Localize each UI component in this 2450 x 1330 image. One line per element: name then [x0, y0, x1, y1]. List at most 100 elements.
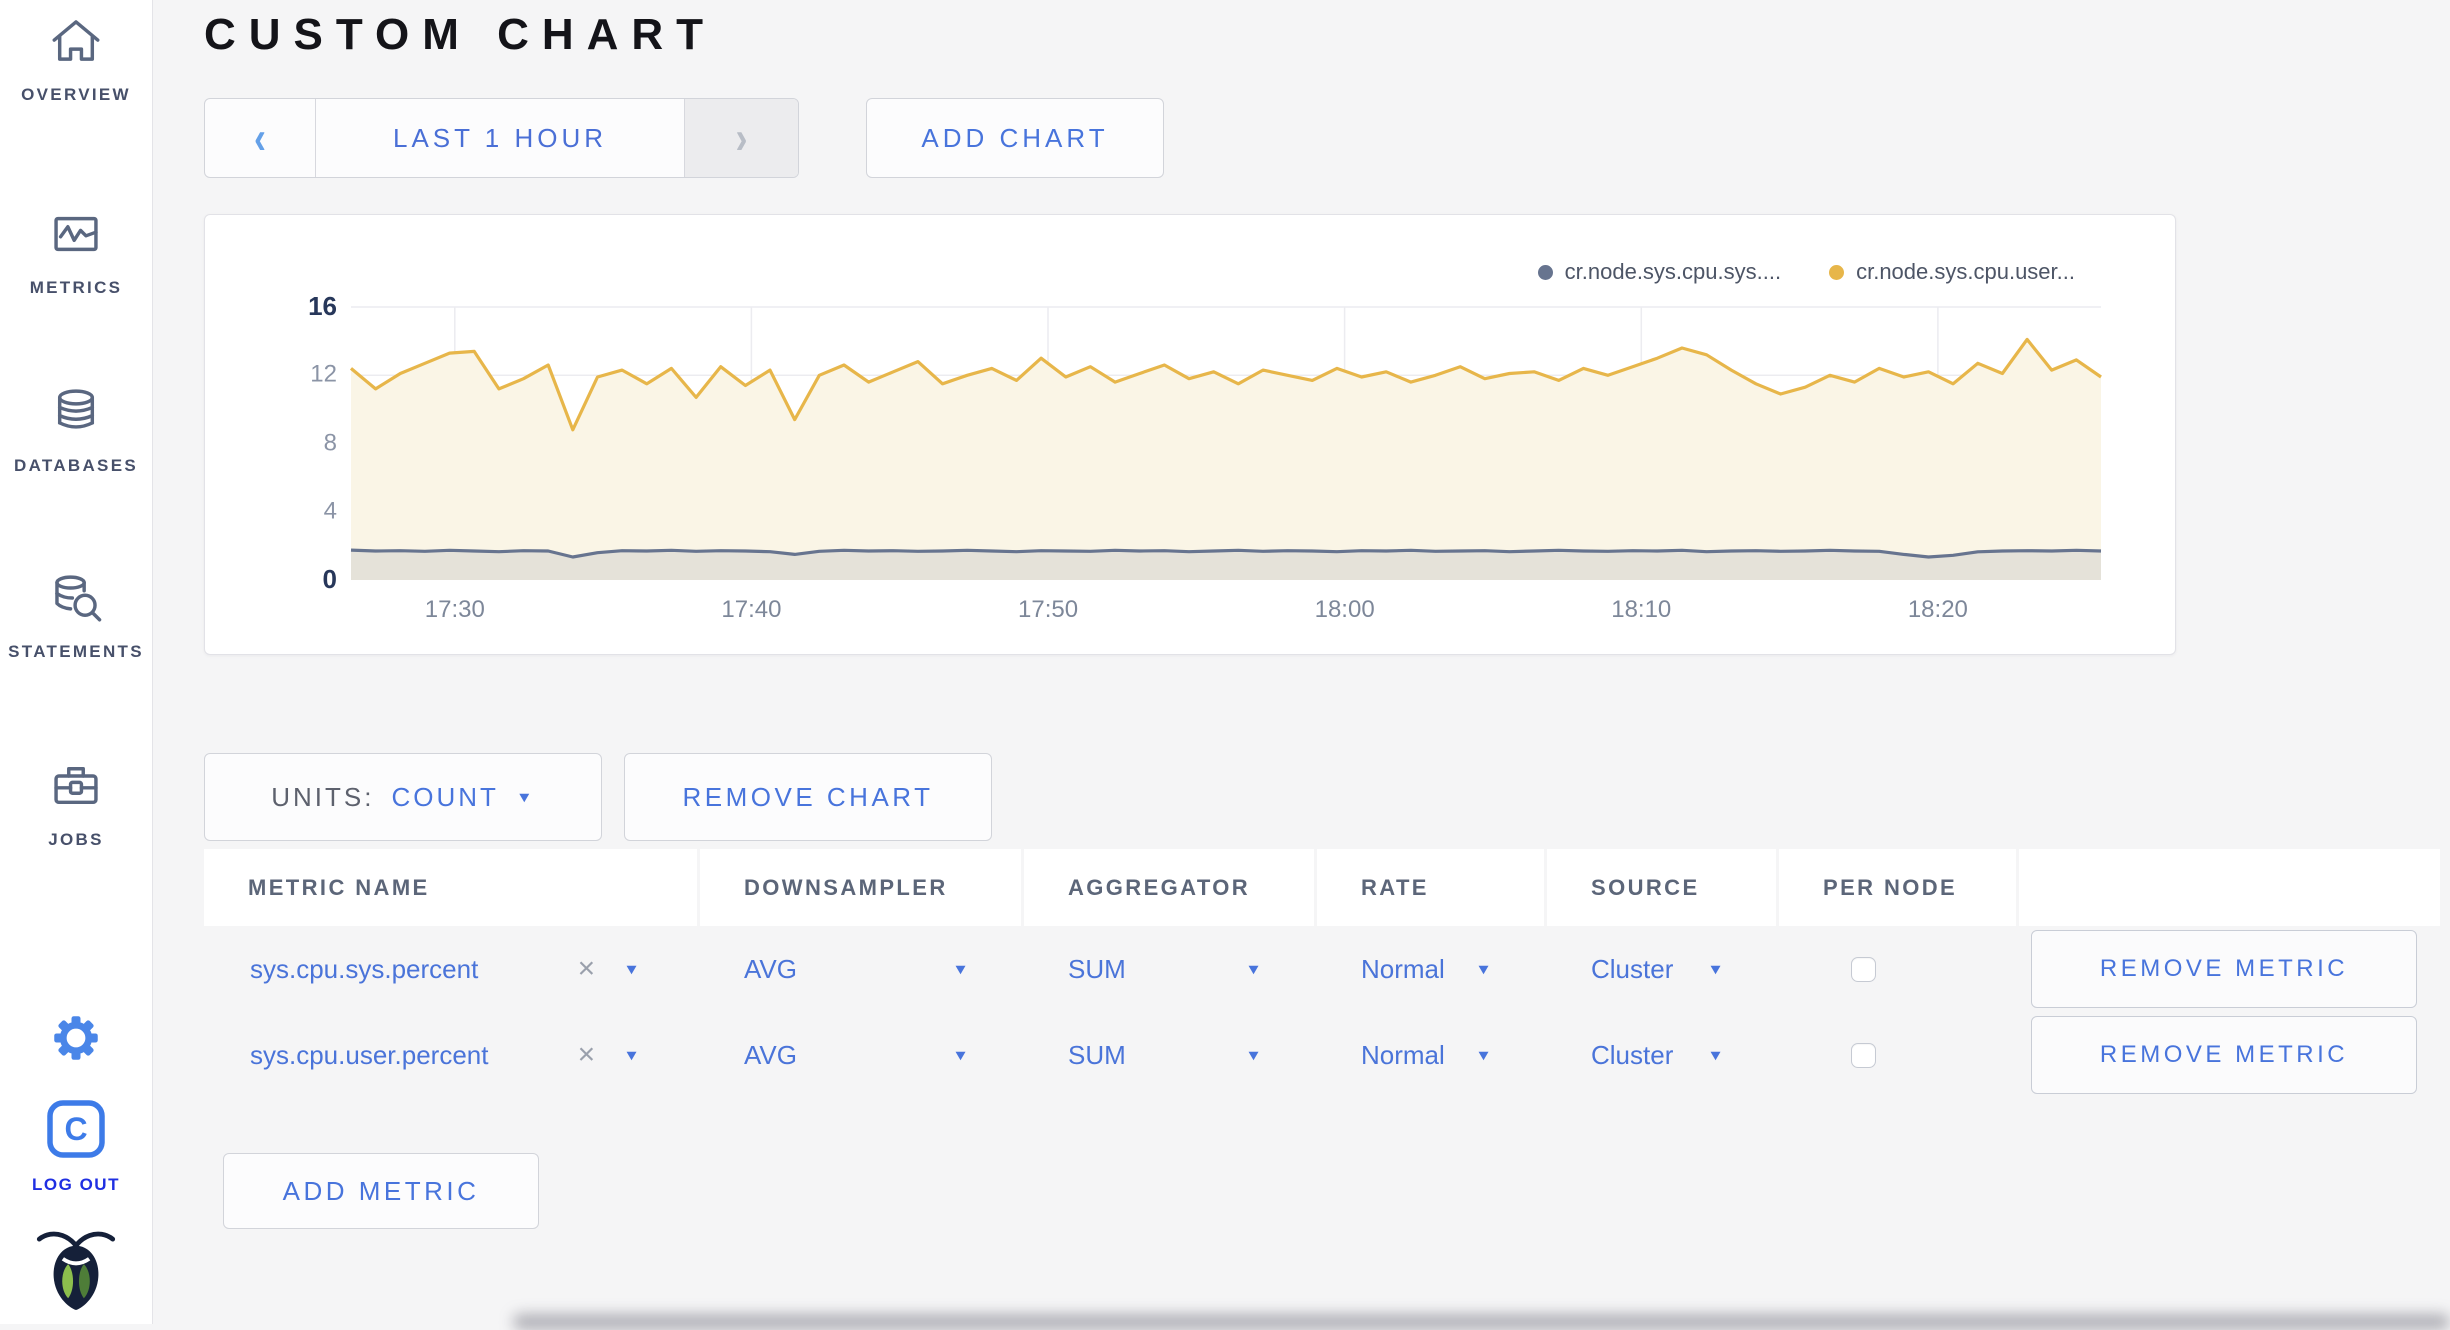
timescale-prev-button[interactable]: ‹ — [205, 99, 316, 177]
downsampler-dropdown[interactable]: AVG ▼ — [700, 926, 1021, 1012]
sidebar-item-overview[interactable]: OVERVIEW — [21, 12, 131, 105]
header-metric-name: METRIC NAME — [204, 849, 697, 926]
statements-icon — [47, 569, 105, 632]
main-content: CUSTOM CHART ‹ LAST 1 HOUR › ADD CHART c… — [153, 0, 2450, 1330]
timescale-range-button[interactable]: LAST 1 HOUR — [316, 99, 684, 177]
caret-down-icon: ▼ — [1245, 1046, 1262, 1064]
chevron-left-icon: ‹ — [254, 111, 266, 163]
sidebar-item-metrics[interactable]: METRICS — [30, 205, 123, 298]
y-tick-label: 16 — [308, 290, 337, 321]
chevron-right-icon: › — [735, 111, 748, 163]
table-row: sys.cpu.user.percent × ▼ AVG ▼ SUM ▼ Nor… — [204, 1012, 2440, 1098]
metrics-icon — [47, 205, 105, 268]
sidebar-item-label: DATABASES — [14, 456, 138, 475]
metric-name-value: sys.cpu.user.percent — [250, 1039, 489, 1070]
cockroach-c-icon: C — [44, 1097, 108, 1166]
aggregator-dropdown[interactable]: SUM ▼ — [1024, 926, 1314, 1012]
units-value: COUNT — [391, 781, 499, 812]
per-node-cell — [1779, 926, 2016, 1012]
timescale-next-button[interactable]: › — [684, 99, 798, 177]
downsampler-dropdown[interactable]: AVG ▼ — [700, 1012, 1021, 1098]
clear-metric-icon[interactable]: × — [578, 952, 596, 986]
svg-text:C: C — [64, 1111, 87, 1147]
legend-label: cr.node.sys.cpu.sys.... — [1564, 259, 1782, 284]
time-toolbar: ‹ LAST 1 HOUR › ADD CHART — [204, 98, 2450, 178]
header-downsampler: DOWNSAMPLER — [700, 849, 1021, 926]
source-dropdown[interactable]: Cluster ▼ — [1547, 926, 1776, 1012]
cpu-chart-svg — [349, 306, 2102, 580]
chart-plot-area[interactable] — [349, 306, 2102, 580]
actions-cell: REMOVE METRIC — [2019, 926, 2440, 1012]
remove-chart-button[interactable]: REMOVE CHART — [624, 753, 992, 841]
x-axis-labels: 17:30 17:40 17:50 18:00 18:10 18:20 — [351, 596, 2101, 626]
rate-dropdown[interactable]: Normal ▼ — [1317, 1012, 1544, 1098]
legend-item-user[interactable]: cr.node.sys.cpu.user... — [1829, 259, 2075, 285]
metrics-table-header: METRIC NAME DOWNSAMPLER AGGREGATOR RATE … — [204, 849, 2440, 926]
x-tick-label: 18:20 — [1907, 596, 1968, 623]
scroll-shadow — [513, 1314, 2450, 1330]
source-value: Cluster — [1591, 1039, 1674, 1070]
header-aggregator: AGGREGATOR — [1024, 849, 1314, 926]
jobs-icon — [47, 757, 105, 820]
y-tick-label: 0 — [322, 563, 337, 594]
cockroach-bug-icon — [34, 1223, 118, 1318]
add-chart-button[interactable]: ADD CHART — [866, 98, 1164, 178]
metric-dropdown[interactable]: sys.cpu.user.percent × ▼ — [204, 1012, 697, 1098]
legend-item-sys[interactable]: cr.node.sys.cpu.sys.... — [1537, 259, 1782, 285]
source-value: Cluster — [1591, 953, 1674, 984]
sidebar-item-jobs[interactable]: JOBS — [47, 757, 105, 850]
header-rate: RATE — [1317, 849, 1544, 926]
sidebar-item-databases[interactable]: DATABASES — [14, 383, 138, 476]
metric-dropdown[interactable]: sys.cpu.sys.percent × ▼ — [204, 926, 697, 1012]
downsampler-value: AVG — [744, 953, 797, 984]
caret-down-icon: ▼ — [952, 1046, 969, 1064]
header-source: SOURCE — [1547, 849, 1776, 926]
chart-card: cr.node.sys.cpu.sys.... cr.node.sys.cpu.… — [204, 214, 2176, 655]
legend-label: cr.node.sys.cpu.user... — [1856, 259, 2075, 284]
y-axis-labels: 0 4 8 12 16 — [205, 291, 337, 594]
y-tick-label: 12 — [310, 360, 337, 388]
logout-button[interactable]: C LOG OUT — [32, 1097, 120, 1195]
sidebar-item-label: JOBS — [48, 830, 104, 849]
per-node-checkbox[interactable] — [1851, 1042, 1876, 1068]
metric-name-value: sys.cpu.sys.percent — [250, 953, 479, 984]
caret-down-icon: ▼ — [1475, 960, 1492, 978]
logout-label: LOG OUT — [32, 1175, 120, 1194]
caret-down-icon: ▼ — [1707, 960, 1724, 978]
remove-metric-button[interactable]: REMOVE METRIC — [2031, 930, 2417, 1008]
aggregator-dropdown[interactable]: SUM ▼ — [1024, 1012, 1314, 1098]
legend-dot-user-icon — [1829, 264, 1845, 280]
x-tick-label: 18:10 — [1611, 596, 1672, 623]
y-tick-label: 8 — [323, 428, 337, 456]
rate-dropdown[interactable]: Normal ▼ — [1317, 926, 1544, 1012]
sidebar: OVERVIEW METRICS DATABASES STATEMENTS JO… — [0, 0, 153, 1324]
x-tick-label: 17:50 — [1018, 596, 1079, 623]
caret-down-icon: ▼ — [1475, 1046, 1492, 1064]
caret-down-icon: ▼ — [952, 960, 969, 978]
y-tick-label: 4 — [323, 497, 337, 525]
x-tick-label: 18:00 — [1314, 596, 1375, 623]
sidebar-item-statements[interactable]: STATEMENTS — [8, 569, 144, 662]
sidebar-item-label: OVERVIEW — [21, 85, 131, 104]
sidebar-item-label: METRICS — [29, 278, 123, 297]
aggregator-value: SUM — [1068, 1039, 1126, 1070]
per-node-cell — [1779, 1012, 2016, 1098]
chart-options-row: UNITS: COUNT ▼ REMOVE CHART — [204, 753, 2450, 841]
home-icon — [47, 12, 105, 75]
settings-button[interactable] — [52, 1014, 100, 1067]
databases-icon — [47, 383, 105, 446]
x-tick-label: 17:40 — [721, 596, 782, 623]
downsampler-value: AVG — [744, 1039, 797, 1070]
page-title: CUSTOM CHART — [204, 10, 717, 59]
source-dropdown[interactable]: Cluster ▼ — [1547, 1012, 1776, 1098]
units-label: UNITS: — [271, 781, 375, 812]
add-metric-button[interactable]: ADD METRIC — [223, 1153, 539, 1229]
aggregator-value: SUM — [1068, 953, 1126, 984]
units-dropdown[interactable]: UNITS: COUNT ▼ — [204, 753, 602, 841]
custom-chart-page: OVERVIEW METRICS DATABASES STATEMENTS JO… — [0, 0, 2450, 1330]
metrics-table: METRIC NAME DOWNSAMPLER AGGREGATOR RATE … — [204, 849, 2440, 1098]
header-actions — [2019, 849, 2440, 926]
remove-metric-button[interactable]: REMOVE METRIC — [2031, 1016, 2417, 1094]
clear-metric-icon[interactable]: × — [578, 1038, 596, 1072]
per-node-checkbox[interactable] — [1851, 956, 1876, 982]
